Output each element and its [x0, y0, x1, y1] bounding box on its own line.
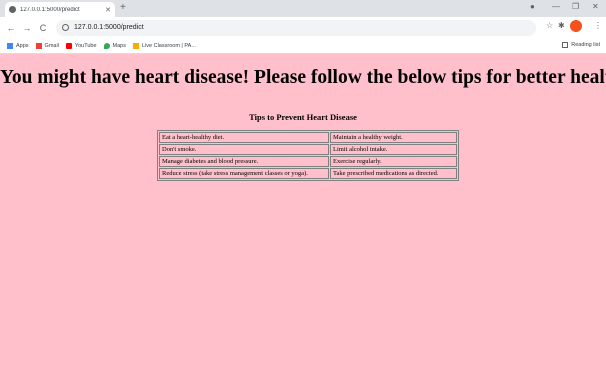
youtube-icon [65, 42, 72, 49]
star-bookmark-icon[interactable]: ☆ [546, 21, 553, 30]
reading-list-button[interactable]: Reading list [562, 42, 600, 48]
bookmark-label: Gmail [44, 42, 59, 49]
reading-list-icon [562, 42, 569, 48]
page-content: You might have heart disease! Please fol… [0, 55, 606, 385]
bookmark-label: Apps [16, 42, 29, 49]
tip-cell: Don't smoke. [159, 144, 329, 155]
bookmark-label: YouTube [74, 42, 97, 49]
url-text[interactable]: 127.0.0.1:5000/predict [74, 24, 144, 31]
bookmark-youtube[interactable]: YouTube [65, 42, 97, 49]
reading-list-label: Reading list [571, 42, 600, 48]
maps-pin-icon [103, 42, 110, 49]
tip-cell: Reduce stress (take stress management cl… [159, 168, 329, 179]
gmail-icon [35, 42, 42, 49]
maximize-icon[interactable]: ❐ [572, 2, 579, 11]
menu-kebab-icon[interactable]: ⋮ [594, 21, 602, 30]
table-row: Don't smoke. Limit alcohol intake. [159, 144, 457, 155]
browser-tab[interactable]: 127.0.0.1:5000/predict ✕ [5, 2, 115, 17]
back-arrow-icon[interactable]: ← [6, 23, 16, 33]
bookmark-maps[interactable]: Maps [103, 42, 126, 49]
tip-cell: Maintain a healthy weight. [330, 132, 457, 143]
table-row: Reduce stress (take stress management cl… [159, 168, 457, 179]
table-row: Manage diabetes and blood pressure. Exer… [159, 156, 457, 167]
navigation-bar: ← → C 127.0.0.1:5000/predict [0, 17, 606, 38]
site-info-icon[interactable] [62, 24, 69, 31]
table-row: Eat a heart-healthy diet. Maintain a hea… [159, 132, 457, 143]
tip-cell: Manage diabetes and blood pressure. [159, 156, 329, 167]
tab-strip: 127.0.0.1:5000/predict ✕ + ● — ❐ ✕ [0, 0, 606, 17]
close-window-icon[interactable]: ✕ [592, 2, 599, 11]
tips-table: Eat a heart-healthy diet. Maintain a hea… [157, 130, 459, 181]
new-tab-button[interactable]: + [120, 2, 126, 14]
tip-cell: Take prescribed medications as directed. [330, 168, 457, 179]
profile-indicator-icon[interactable]: ● [530, 2, 535, 11]
tip-cell: Eat a heart-healthy diet. [159, 132, 329, 143]
bookmark-label: Live Classroom | PA... [142, 42, 196, 49]
tab-close-icon[interactable]: ✕ [105, 6, 111, 14]
classroom-icon [133, 42, 139, 49]
tip-cell: Exercise regularly. [330, 156, 457, 167]
bookmarks-bar: Apps Gmail YouTube Maps Live Classroom |… [0, 38, 606, 54]
apps-grid-icon [7, 42, 13, 49]
extensions-puzzle-icon[interactable]: ✱ [558, 21, 565, 30]
tips-title: Tips to Prevent Heart Disease [249, 112, 357, 122]
globe-icon [9, 6, 16, 13]
avatar[interactable] [570, 20, 582, 32]
bookmark-gmail[interactable]: Gmail [35, 42, 59, 49]
reload-icon[interactable]: C [38, 23, 48, 33]
bookmark-label: Maps [112, 42, 126, 49]
page-headline: You might have heart disease! Please fol… [0, 67, 606, 88]
tip-cell: Limit alcohol intake. [330, 144, 457, 155]
bookmark-live-classroom[interactable]: Live Classroom | PA... [133, 42, 196, 49]
forward-arrow-icon[interactable]: → [22, 23, 32, 33]
minimize-icon[interactable]: — [552, 2, 560, 11]
address-bar[interactable]: 127.0.0.1:5000/predict [56, 19, 536, 36]
bookmark-apps[interactable]: Apps [7, 42, 29, 49]
tab-title: 127.0.0.1:5000/predict [20, 6, 80, 13]
